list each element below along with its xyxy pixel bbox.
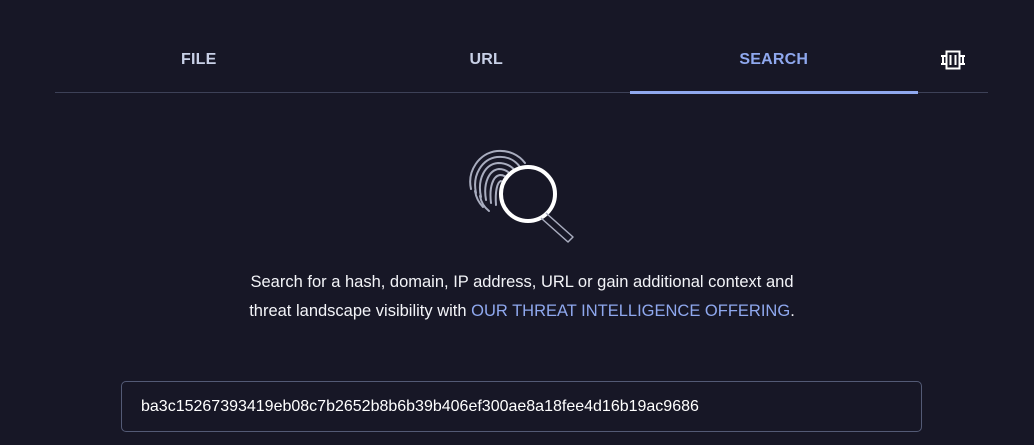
- fingerprint-search-icon: [469, 149, 574, 243]
- search-description: Search for a hash, domain, IP address, U…: [240, 268, 804, 325]
- tab-search[interactable]: SEARCH: [630, 28, 918, 94]
- tab-bar: FILE URL SEARCH: [55, 28, 988, 94]
- hero-illustration: [463, 145, 578, 245]
- tab-hardware-chip[interactable]: [918, 28, 988, 92]
- tab-file[interactable]: FILE: [55, 28, 343, 92]
- page: FILE URL SEARCH Search for a hash, domai…: [0, 0, 1034, 445]
- threat-intelligence-link[interactable]: OUR THREAT INTELLIGENCE OFFERING: [471, 302, 790, 320]
- description-period: .: [790, 301, 795, 320]
- search-input[interactable]: [141, 397, 902, 416]
- hardware-chip-icon: [940, 50, 965, 70]
- search-field[interactable]: [121, 381, 922, 432]
- tab-url[interactable]: URL: [343, 28, 631, 92]
